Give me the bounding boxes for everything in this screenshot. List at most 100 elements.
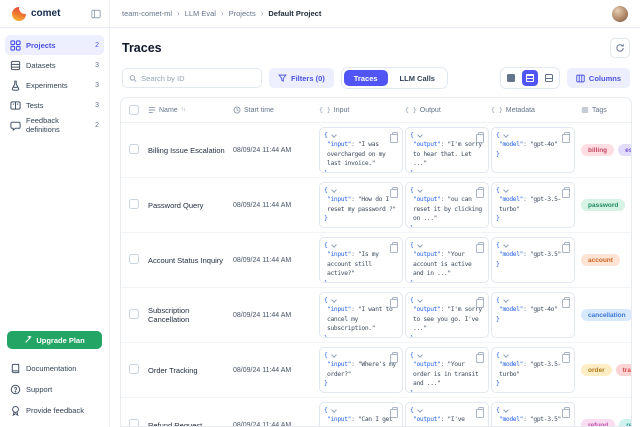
select-all-checkbox[interactable] (129, 105, 139, 115)
chevron-down-icon[interactable] (417, 407, 423, 413)
table-row[interactable]: Subscription Cancellation08/09/24 11:44 … (121, 288, 632, 343)
copy-icon[interactable] (564, 242, 570, 249)
json-cell[interactable]: { "output": "Your account is active and … (405, 237, 489, 283)
json-cell[interactable]: { "model": "gpt-3.5-turbo" } (491, 182, 575, 228)
sidebar-item-documentation[interactable]: Documentation (5, 358, 104, 379)
sidebar-item-projects[interactable]: Projects 2 (5, 35, 104, 55)
column-header-metadata[interactable]: { } Metadata (489, 106, 575, 114)
json-cell[interactable]: { "output": "Your order is in transit an… (405, 347, 489, 393)
column-header-start-time[interactable]: Start time (231, 106, 317, 114)
row-checkbox[interactable] (129, 144, 139, 154)
json-cell[interactable]: { "output": "I'm sorry to see you go. I'… (405, 292, 489, 338)
column-header-input[interactable]: { } Input (317, 106, 403, 114)
json-cell[interactable]: { "input": "Is my account still active?"… (319, 237, 403, 283)
copy-icon[interactable] (564, 297, 570, 304)
row-checkbox[interactable] (129, 309, 139, 319)
copy-icon[interactable] (392, 297, 398, 304)
chevron-down-icon[interactable] (331, 352, 337, 358)
json-cell[interactable]: { "input": "Where's my order?" } (319, 347, 403, 393)
json-cell[interactable]: { "input": "I was overcharged on my last… (319, 127, 403, 173)
user-avatar[interactable] (612, 6, 628, 22)
copy-icon[interactable] (478, 352, 484, 359)
table-row[interactable]: Account Status Inquiry08/09/24 11:44 AM … (121, 233, 632, 288)
json-cell[interactable]: { "input": "How do I reset my password ?… (319, 182, 403, 228)
chevron-down-icon[interactable] (417, 187, 423, 193)
json-cell[interactable]: { "model": "gpt-4o" } (491, 127, 575, 173)
density-default-icon[interactable] (522, 70, 538, 86)
row-checkbox[interactable] (129, 419, 139, 427)
chevron-down-icon[interactable] (331, 297, 337, 303)
copy-icon[interactable] (478, 242, 484, 249)
copy-icon[interactable] (478, 132, 484, 139)
column-header-tags[interactable]: Tags (575, 106, 632, 114)
copy-icon[interactable] (564, 407, 570, 414)
json-cell[interactable]: { "output": "I'm sorry to hear that. Let… (405, 127, 489, 173)
tab-llm-calls[interactable]: LLM Calls (390, 70, 445, 86)
copy-icon[interactable] (392, 352, 398, 359)
chevron-down-icon[interactable] (331, 132, 337, 138)
traces-table: Name ↑↓ Start time { } Input { } (120, 97, 632, 427)
row-checkbox[interactable] (129, 199, 139, 209)
chevron-down-icon[interactable] (331, 187, 337, 193)
sidebar-item-tests[interactable]: Tests 3 (5, 95, 104, 115)
chevron-down-icon[interactable] (417, 242, 423, 248)
chevron-down-icon[interactable] (503, 297, 509, 303)
breadcrumb-item[interactable]: LLM Eval (185, 9, 216, 18)
copy-icon[interactable] (478, 407, 484, 414)
chevron-down-icon[interactable] (503, 132, 509, 138)
trace-name: Refund Request (146, 421, 231, 427)
search-box[interactable] (122, 68, 262, 88)
sidebar-item-feedback-definitions[interactable]: Feedback definitions 2 (5, 115, 104, 135)
sidebar-item-experiments[interactable]: Experiments 3 (5, 75, 104, 95)
chevron-down-icon[interactable] (503, 187, 509, 193)
copy-icon[interactable] (564, 352, 570, 359)
copy-icon[interactable] (392, 242, 398, 249)
chevron-down-icon[interactable] (417, 132, 423, 138)
density-comfortable-icon[interactable] (541, 70, 557, 86)
sort-icon[interactable]: ↑↓ (181, 107, 185, 113)
sidebar-item-support[interactable]: Support (5, 379, 104, 400)
json-cell[interactable]: { "model": "gpt-3.5-turbo" } (491, 347, 575, 393)
copy-icon[interactable] (564, 187, 570, 194)
copy-icon[interactable] (392, 407, 398, 414)
table-row[interactable]: Refund Request08/09/24 11:44 AM { "input… (121, 398, 632, 427)
table-row[interactable]: Billing Issue Escalation08/09/24 11:44 A… (121, 123, 632, 178)
column-header-name[interactable]: Name ↑↓ (146, 106, 231, 114)
filters-button[interactable]: Filters (0) (269, 68, 334, 88)
copy-icon[interactable] (392, 187, 398, 194)
json-cell[interactable]: { "input": "Can I get a refund for my la… (319, 402, 403, 427)
table-row[interactable]: Password Query08/09/24 11:44 AM { "input… (121, 178, 632, 233)
table-row[interactable]: Order Tracking08/09/24 11:44 AM { "input… (121, 343, 632, 398)
tab-traces[interactable]: Traces (344, 70, 388, 86)
chevron-down-icon[interactable] (503, 352, 509, 358)
json-cell[interactable]: { "output": "I've submitted your refund … (405, 402, 489, 427)
chevron-down-icon[interactable] (331, 407, 337, 413)
upgrade-plan-button[interactable]: Upgrade Plan (7, 331, 102, 349)
json-cell[interactable]: { "model": "gpt-3.5" } (491, 237, 575, 283)
chevron-down-icon[interactable] (503, 407, 509, 413)
sidebar-item-provide-feedback[interactable]: Provide feedback (5, 400, 104, 421)
json-cell[interactable]: { "model": "gpt-3.5" } (491, 402, 575, 427)
row-checkbox[interactable] (129, 364, 139, 374)
breadcrumb-item[interactable]: team-comet-ml (122, 9, 172, 18)
sidebar-item-datasets[interactable]: Datasets 3 (5, 55, 104, 75)
chevron-down-icon[interactable] (417, 297, 423, 303)
json-cell[interactable]: { "output": "ou can reset it by clicking… (405, 182, 489, 228)
refresh-button[interactable] (610, 38, 630, 58)
row-checkbox[interactable] (129, 254, 139, 264)
copy-icon[interactable] (392, 132, 398, 139)
sidebar-collapse-icon[interactable] (91, 9, 101, 19)
search-input[interactable] (141, 74, 255, 83)
breadcrumb-item[interactable]: Projects (229, 9, 256, 18)
copy-icon[interactable] (478, 297, 484, 304)
chevron-down-icon[interactable] (503, 242, 509, 248)
json-cell[interactable]: { "model": "gpt-4o" } (491, 292, 575, 338)
copy-icon[interactable] (564, 132, 570, 139)
copy-icon[interactable] (478, 187, 484, 194)
density-compact-icon[interactable] (503, 70, 519, 86)
column-header-output[interactable]: { } Output (403, 106, 489, 114)
json-cell[interactable]: { "input": "I want to cancel my subscrip… (319, 292, 403, 338)
columns-button[interactable]: Columns (567, 68, 630, 88)
chevron-down-icon[interactable] (417, 352, 423, 358)
chevron-down-icon[interactable] (331, 242, 337, 248)
